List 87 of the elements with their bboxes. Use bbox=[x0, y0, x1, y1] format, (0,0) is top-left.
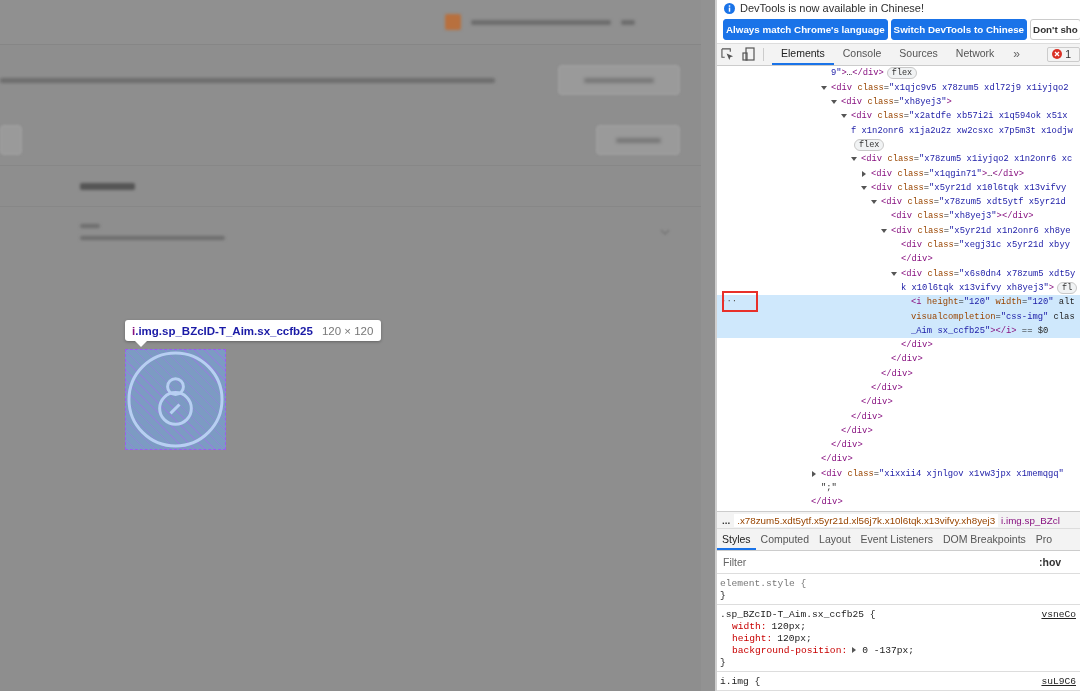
sidebar-tab[interactable]: Layout bbox=[814, 529, 856, 551]
css-property: width: bbox=[732, 620, 767, 632]
source-link[interactable]: suL9C6 bbox=[1041, 675, 1076, 687]
device-toolbar-icon[interactable] bbox=[742, 47, 755, 62]
element-tag: _Aim sx_ccfb25"></i> == $0 bbox=[911, 325, 1049, 336]
annotation-frame bbox=[722, 291, 758, 313]
element-tag: <div class="x1qjc9v5 x78zum5 xdl72j9 x1iyjqo2 bbox=[831, 82, 1069, 93]
blurred-logo bbox=[445, 14, 461, 30]
collapsed-arrow-icon[interactable] bbox=[861, 170, 867, 177]
element-size: 120 × 120 bbox=[321, 324, 374, 337]
closing-tag: </div> bbox=[841, 425, 873, 436]
layout-badge[interactable]: flex bbox=[854, 138, 885, 151]
infobar-button[interactable]: Don't sho bbox=[1030, 19, 1080, 41]
infobar-message: DevTools is now available in Chinese! bbox=[740, 2, 925, 15]
element-tag: <div class="xh8yej3"></div> bbox=[891, 211, 1034, 222]
closing-tag: </div> bbox=[881, 368, 913, 379]
css-value: 120px; bbox=[771, 620, 807, 632]
layout-badge[interactable]: fl bbox=[1057, 281, 1078, 294]
breadcrumb[interactable]: i.img.sp_BZcl bbox=[998, 513, 1063, 527]
panel-tab[interactable]: Elements bbox=[772, 43, 834, 66]
css-selector: i.img { bbox=[720, 675, 761, 687]
element-tag: <div class="x5yr21d x10l6tqk x13vifvy bbox=[871, 182, 1067, 193]
closing-tag: </div> bbox=[901, 340, 933, 351]
expanded-arrow-icon[interactable] bbox=[861, 184, 867, 191]
sidebar-tab[interactable]: Event Listeners bbox=[855, 529, 938, 551]
breadcrumb-overflow[interactable]: ... bbox=[717, 514, 735, 526]
closing-tag: </div> bbox=[851, 411, 883, 422]
inspect-element-icon[interactable] bbox=[721, 47, 734, 61]
element-tag: <div class="x2atdfe xb57i2i x1q594ok x51x bbox=[851, 111, 1068, 122]
quoted-text: ";" bbox=[821, 483, 837, 494]
infobar-button[interactable]: Always match Chrome's language bbox=[723, 19, 888, 41]
closing-tag: </div> bbox=[831, 440, 863, 451]
element-tag: <div class="x78zum5 x1iyjqo2 x1n2onr6 xc bbox=[861, 154, 1073, 165]
collapsed-arrow-icon[interactable] bbox=[811, 470, 817, 477]
sidebar-tab[interactable]: Styles bbox=[717, 529, 756, 551]
css-selector: .sp_BZcID-T_Aim.sx_ccfb25 { bbox=[720, 608, 876, 620]
expanded-arrow-icon[interactable] bbox=[821, 84, 827, 91]
sidebar-tab[interactable]: Pro bbox=[1030, 529, 1058, 551]
expanded-arrow-icon[interactable] bbox=[841, 113, 847, 120]
panel-tab[interactable]: Console bbox=[833, 43, 891, 66]
element-tag: <div class="x78zum5 xdt5ytf x5yr21d bbox=[881, 197, 1066, 208]
closing-tag: </div> bbox=[821, 454, 853, 465]
css-value: 120px; bbox=[777, 632, 812, 644]
element-tag: <div class="xegj31c x5yr21d xbyy bbox=[901, 240, 1070, 251]
blurred-text bbox=[80, 182, 135, 190]
element-tag: <div class="xh8yej3"> bbox=[841, 97, 952, 108]
panel-tab[interactable]: Network bbox=[946, 43, 1004, 66]
closing-brace: } bbox=[720, 589, 726, 601]
expanded-arrow-icon[interactable] bbox=[881, 227, 887, 234]
closing-tag: </div> bbox=[811, 497, 843, 508]
css-value: 0 -137px; bbox=[862, 644, 914, 656]
error-counter[interactable]: 1 bbox=[1047, 46, 1080, 63]
css-property: background-position: bbox=[732, 644, 848, 656]
more-actions-dots[interactable]: ··· bbox=[721, 296, 738, 307]
element-tag: <div class="xixxii4 xjnlgov x1vw3jpx x1memqgq" bbox=[821, 468, 1064, 479]
sidebar-tab[interactable]: DOM Breakpoints bbox=[937, 529, 1031, 551]
element-tag: f x1n2onr6 x1ja2u2z xw2csxc x7p5m3t x1odjw bbox=[851, 125, 1073, 136]
closing-tag: </div> bbox=[861, 397, 893, 408]
expanded-arrow-icon[interactable] bbox=[871, 199, 877, 206]
closing-tag: </div> bbox=[871, 383, 903, 393]
element-tag: k x10l6tqk x13vifvy xh8yej3"> bbox=[901, 282, 1055, 293]
layout-badge[interactable]: flex bbox=[886, 67, 918, 80]
element-tag: <div class="x6s0dn4 x78zum5 xdt5y bbox=[901, 268, 1076, 279]
expand-arrow-icon[interactable] bbox=[851, 647, 858, 653]
more-tabs-button[interactable]: » bbox=[1003, 43, 1031, 66]
hover-state-toggle[interactable]: :hov bbox=[1039, 556, 1062, 569]
breadcrumb[interactable]: .x78zum5.xdt5ytf.x5yr21d.xl56j7k.x10l6tqk.x13vifvy.xh8yej3 bbox=[734, 513, 999, 527]
panel-tab[interactable]: Sources bbox=[890, 43, 947, 66]
element-selector: i.img.sp_BZcID-T_Aim.sx_ccfb25 bbox=[132, 324, 313, 337]
infobar-button[interactable]: Switch DevTools to Chinese bbox=[890, 19, 1028, 41]
source-link[interactable]: vsneCo bbox=[1041, 608, 1076, 620]
error-icon bbox=[1052, 49, 1063, 60]
sidebar-tab[interactable]: Computed bbox=[755, 529, 815, 551]
blurred-text bbox=[621, 19, 635, 25]
closing-tag: </div> bbox=[901, 254, 933, 265]
closing-tag: </div> bbox=[891, 354, 923, 365]
expanded-arrow-icon[interactable] bbox=[851, 156, 857, 163]
expanded-arrow-icon[interactable] bbox=[831, 99, 837, 106]
element-tag: visualcompletion="css-img" clas bbox=[911, 311, 1075, 322]
element-tag: <div class="x5yr21d x1n2onr6 xh8ye bbox=[891, 225, 1071, 236]
element-tag: 9">…</div> bbox=[831, 68, 884, 79]
closing-brace: } bbox=[720, 656, 726, 668]
expanded-arrow-icon[interactable] bbox=[891, 270, 897, 277]
element-tag: <div class="x1qgin71">…</div> bbox=[871, 168, 1025, 179]
css-property: height: bbox=[732, 632, 773, 644]
css-selector: element.style { bbox=[720, 577, 807, 589]
element-tag: <i height="120" width="120" alt bbox=[911, 297, 1075, 308]
